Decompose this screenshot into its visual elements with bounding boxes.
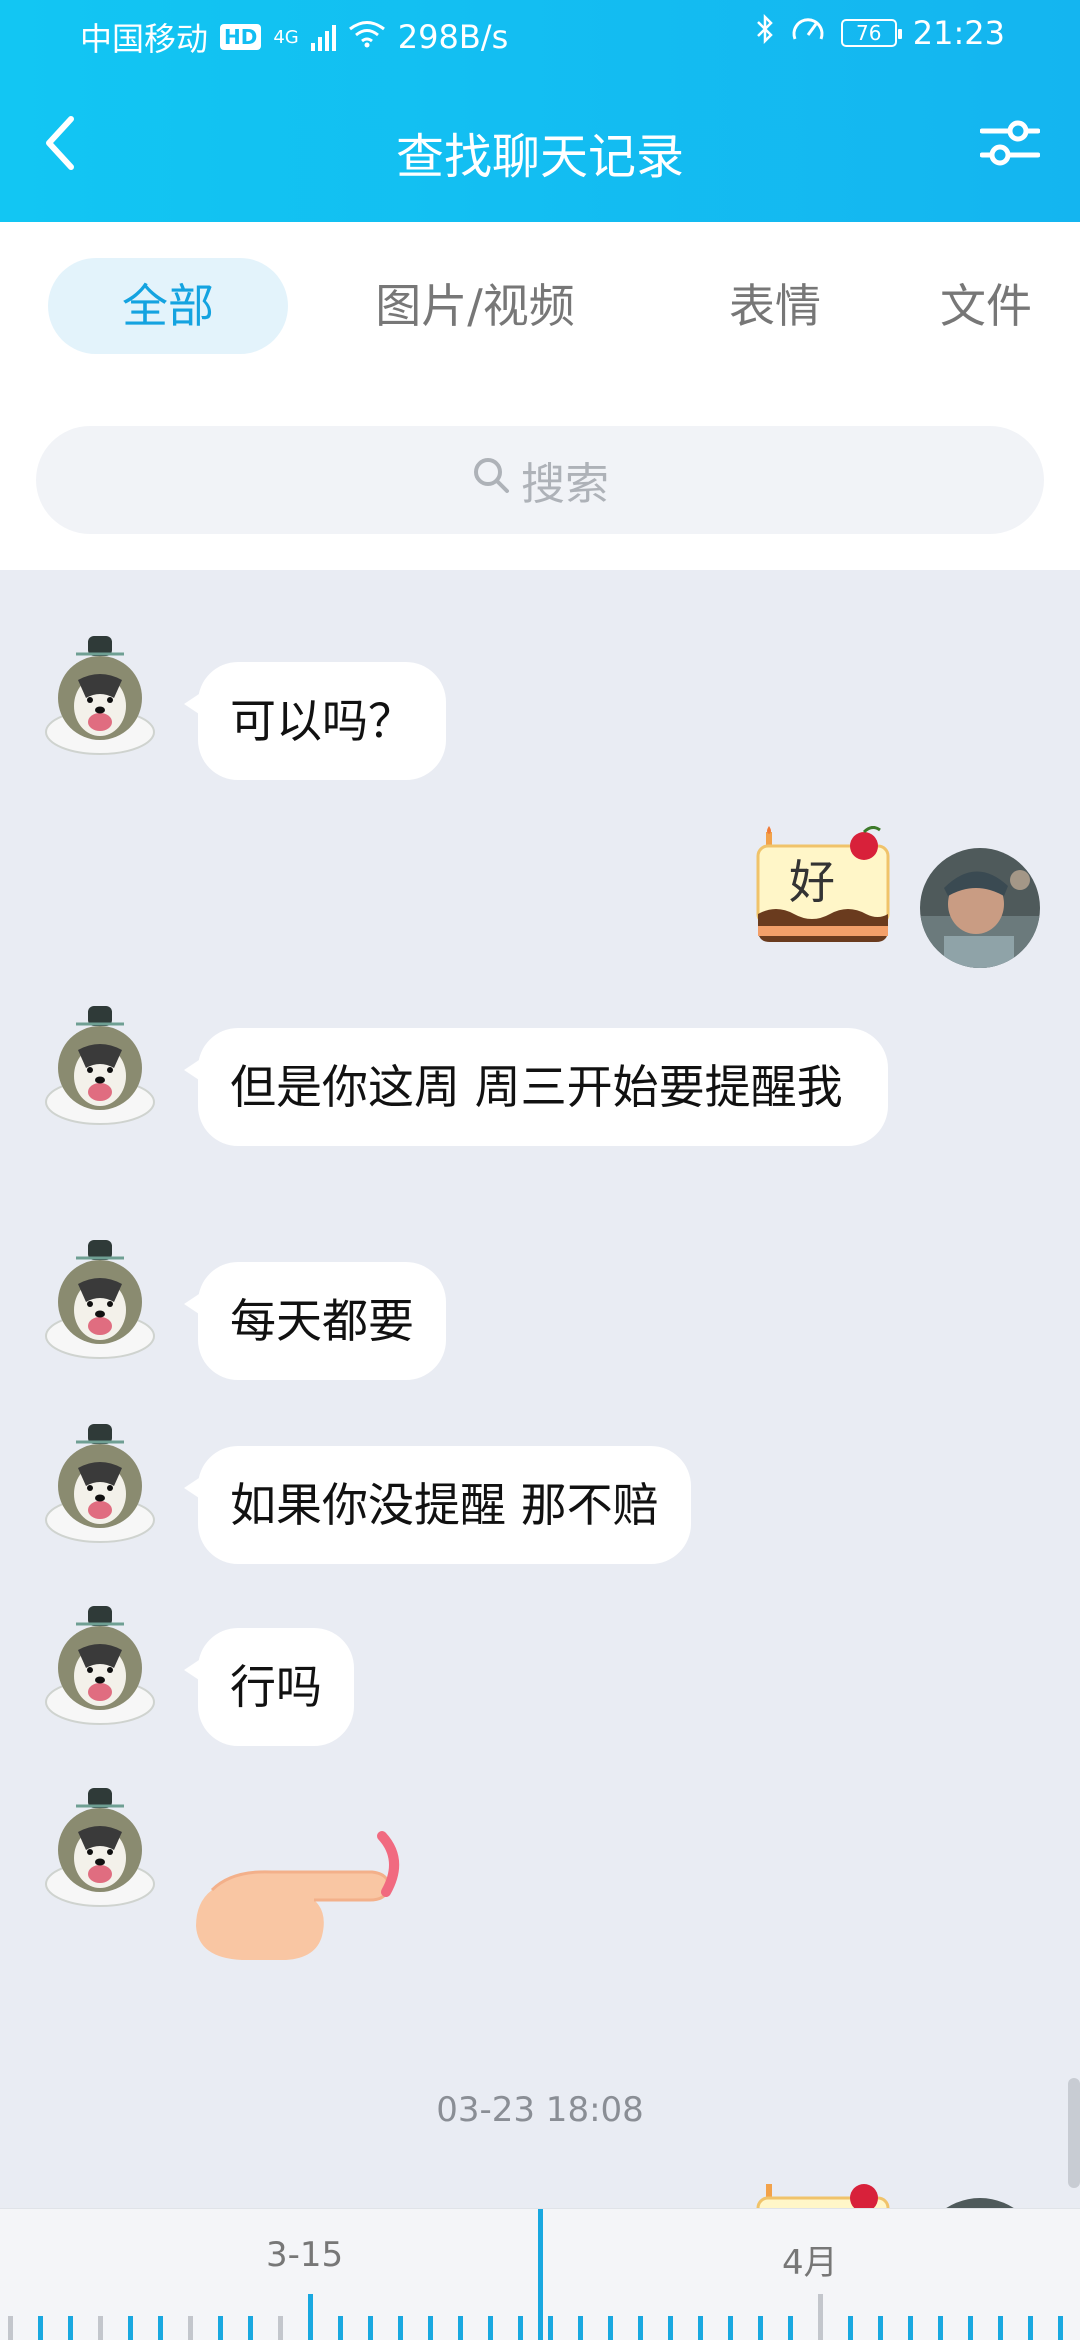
timeline-tick — [488, 2316, 493, 2340]
timeline-tick — [608, 2316, 613, 2340]
scrollbar[interactable] — [1068, 2078, 1080, 2188]
avatar[interactable] — [918, 846, 1042, 970]
hd-badge: HD — [220, 24, 262, 50]
timeline-tick — [518, 2316, 523, 2340]
timeline-tick — [938, 2316, 943, 2340]
timeline-tick — [818, 2294, 823, 2340]
signal-icon — [310, 23, 336, 51]
timeline-tick — [668, 2316, 673, 2340]
clock: 21:23 — [912, 14, 1005, 52]
avatar[interactable] — [38, 632, 162, 756]
search-icon — [471, 455, 511, 506]
cake-sticker[interactable]: 好 — [748, 825, 896, 946]
timeline-tick — [758, 2316, 763, 2340]
carrier-label: 中国移动 — [80, 20, 209, 58]
timeline-tick — [38, 2316, 43, 2340]
timeline-tick — [578, 2316, 583, 2340]
wifi-icon — [348, 18, 386, 56]
timeline-tick — [788, 2316, 793, 2340]
pointing-hand-sticker[interactable] — [192, 1830, 412, 1970]
timeline-tick — [98, 2316, 103, 2340]
timeline-tick — [218, 2316, 223, 2340]
message-bubble[interactable]: 行吗 — [184, 1628, 354, 1746]
timeline-tick — [728, 2316, 733, 2340]
timeline-tick — [278, 2316, 283, 2340]
filter-button[interactable] — [960, 105, 1060, 185]
timeline-tick — [1058, 2316, 1063, 2340]
timeline-tick — [638, 2316, 643, 2340]
network-type: 4G — [273, 26, 299, 48]
timeline-tick — [428, 2316, 433, 2340]
timeline-tick — [1028, 2316, 1033, 2340]
timeline-tick — [698, 2316, 703, 2340]
page-title: 查找聊天记录 — [395, 129, 684, 185]
tab-photos-videos[interactable]: 图片/视频 — [340, 258, 610, 354]
status-bar: 中国移动 HD 4G 298B/s 76 21:23 — [0, 0, 1080, 75]
timeline-tick — [548, 2316, 553, 2340]
message-bubble[interactable]: 如果你没提醒 那不赔 — [184, 1446, 691, 1564]
message-bubble[interactable]: 每天都要 — [184, 1262, 446, 1380]
timeline-tick — [398, 2316, 403, 2340]
battery-icon: 76 — [840, 19, 902, 47]
avatar[interactable] — [38, 1236, 162, 1360]
timeline-tick — [338, 2316, 343, 2340]
timeline-tick — [908, 2316, 913, 2340]
sticker-text: 好 — [789, 855, 835, 909]
chat-history: 可以吗？ 好 但是你这周 周三开始要提醒我 每天都要 如果你没提醒 那不赔 行吗… — [0, 570, 1080, 2208]
timeline-tick — [248, 2316, 253, 2340]
timeline-cursor[interactable] — [538, 2209, 543, 2340]
cake-sticker — [748, 2178, 896, 2208]
timeline-tick — [968, 2316, 973, 2340]
tab-files[interactable]: 文件 — [940, 258, 1080, 354]
timeline-tick — [878, 2316, 883, 2340]
bluetooth-icon — [755, 13, 775, 52]
search-input[interactable]: 搜索 — [36, 426, 1044, 534]
network-speed: 298B/s — [397, 18, 509, 56]
timeline-tick — [368, 2316, 373, 2340]
speedometer-icon — [791, 14, 825, 52]
sliders-icon — [979, 115, 1041, 175]
date-timeline[interactable]: 3-15 4月 — [0, 2208, 1080, 2340]
tab-stickers[interactable]: 表情 — [690, 258, 860, 354]
timeline-tick — [308, 2294, 313, 2340]
timeline-tick — [848, 2316, 853, 2340]
battery-level: 76 — [856, 21, 882, 45]
timeline-tick — [998, 2316, 1003, 2340]
message-bubble[interactable]: 但是你这周 周三开始要提醒我 — [184, 1028, 888, 1146]
message-timestamp: 03-23 18:08 — [436, 2090, 644, 2130]
timeline-label: 4月 — [782, 2243, 838, 2283]
avatar — [918, 2198, 1042, 2208]
timeline-tick — [188, 2316, 193, 2340]
title-bar: 查找聊天记录 — [0, 75, 1080, 222]
timeline-tick — [68, 2316, 73, 2340]
timeline-label: 3-15 — [266, 2235, 344, 2275]
search-placeholder: 搜索 — [521, 459, 609, 510]
tab-all[interactable]: 全部 — [48, 258, 288, 354]
avatar[interactable] — [38, 1602, 162, 1726]
timeline-tick — [128, 2316, 133, 2340]
avatar[interactable] — [38, 1784, 162, 1908]
timeline-tick — [158, 2316, 163, 2340]
message-bubble[interactable]: 可以吗？ — [184, 662, 446, 780]
avatar[interactable] — [38, 1420, 162, 1544]
timeline-tick — [8, 2316, 13, 2340]
timeline-tick — [458, 2316, 463, 2340]
avatar[interactable] — [38, 1002, 162, 1126]
